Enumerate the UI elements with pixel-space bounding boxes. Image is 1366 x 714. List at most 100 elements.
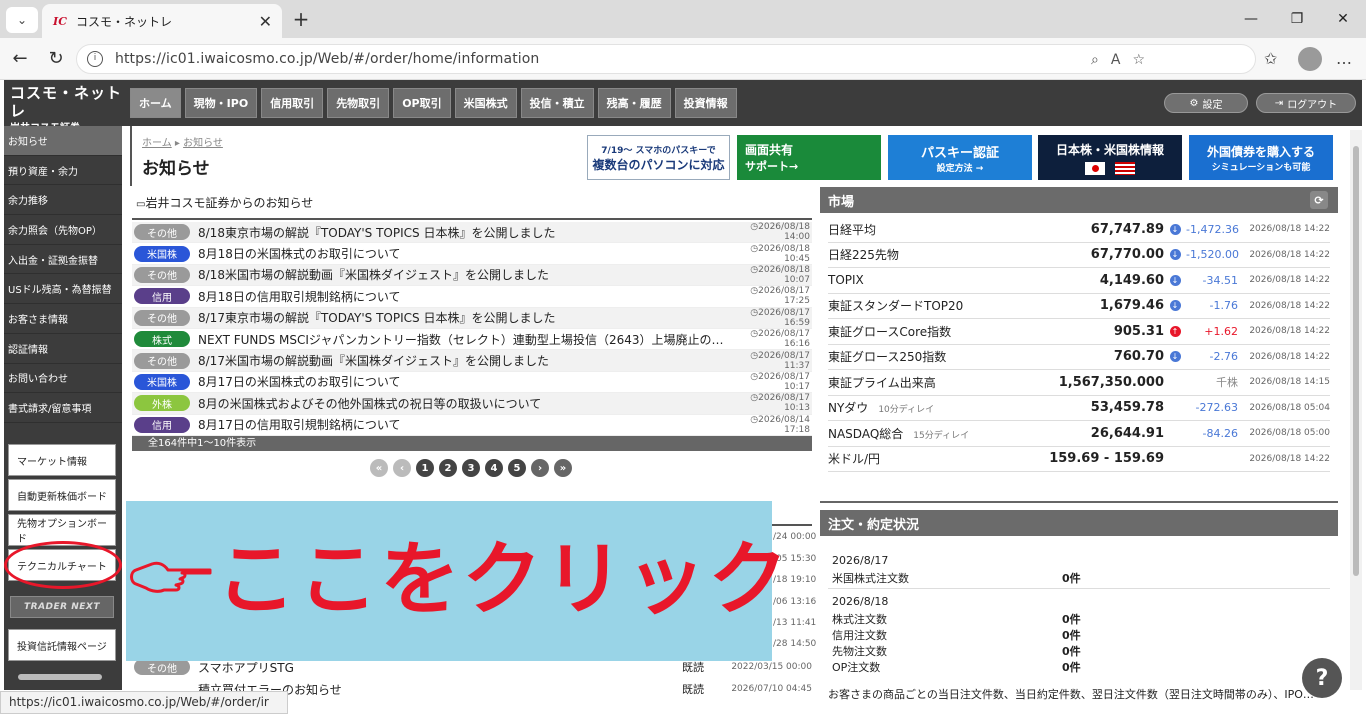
banner-passkey-multi-pc[interactable]: 7/19〜 スマホのパスキーで 複数台のパソコンに対応 bbox=[587, 135, 730, 180]
news-title[interactable]: 8月18日の信用取引規制銘柄について bbox=[198, 288, 728, 305]
back-icon[interactable]: ← bbox=[8, 47, 32, 71]
market-row[interactable]: NASDAQ総合 15分ディレイ 26,644.91 -84.26 2026/08/18… bbox=[828, 421, 1330, 447]
favorite-star-icon[interactable]: ☆ bbox=[1132, 52, 1145, 68]
page-button[interactable]: 3 bbox=[462, 459, 480, 477]
read-aloud-icon[interactable]: A bbox=[1111, 52, 1121, 68]
nav-options[interactable]: OP取引 bbox=[393, 88, 451, 118]
news-title[interactable]: スマホアプリSTG bbox=[198, 659, 682, 676]
news-title[interactable]: 8/17米国市場の解説動画『米国株ダイジェスト』を公開しました bbox=[198, 352, 728, 369]
nav-us-stocks[interactable]: 米国株式 bbox=[454, 88, 517, 118]
help-question-icon[interactable]: ? bbox=[1302, 658, 1342, 698]
new-tab-icon[interactable]: + bbox=[290, 8, 312, 30]
sidebar-item-contact[interactable]: お問い合わせ bbox=[4, 364, 122, 394]
maximize-icon[interactable]: ❐ bbox=[1274, 0, 1320, 38]
news-row[interactable]: その他 8/17東京市場の解説『TODAY'S TOPICS 日本株』を公開しまし… bbox=[132, 307, 812, 329]
minimize-icon[interactable]: — bbox=[1228, 0, 1274, 38]
order-count: 0件 bbox=[1062, 661, 1081, 674]
news-title[interactable]: 8/18東京市場の解説『TODAY'S TOPICS 日本株』を公開しました bbox=[198, 224, 728, 241]
page-button[interactable]: 5 bbox=[508, 459, 526, 477]
sidebar-item-usd-balance[interactable]: USドル残高・為替振替 bbox=[4, 274, 122, 305]
market-row[interactable]: NYダウ 10分ディレイ 53,459.78 -272.63 2026/08/18 05… bbox=[828, 396, 1330, 421]
news-title[interactable]: 8月の米国株式およびその他外国株式の祝日等の取扱いについて bbox=[198, 395, 728, 412]
site-logo[interactable]: コスモ・ネットレ 岩井コスモ証券 bbox=[10, 84, 126, 134]
zoom-icon[interactable]: ⌕ bbox=[1091, 52, 1099, 68]
close-window-icon[interactable]: ✕ bbox=[1320, 0, 1366, 38]
page-nav-button[interactable]: » bbox=[554, 459, 572, 477]
stock-board-button[interactable]: 自動更新株価ボード bbox=[8, 479, 116, 511]
banner-passkey-auth[interactable]: パスキー認証 設定方法 → bbox=[888, 135, 1032, 180]
nav-futures[interactable]: 先物取引 bbox=[327, 88, 390, 118]
news-row[interactable]: 信用 8月18日の信用取引規制銘柄について ◷2026/08/17 17:25 bbox=[132, 286, 812, 308]
sidebar-scrollbar[interactable] bbox=[4, 670, 122, 684]
logout-button[interactable]: ⇥ ログアウト bbox=[1256, 93, 1356, 113]
more-menu-icon[interactable]: … bbox=[1336, 49, 1352, 68]
logout-label: ログアウト bbox=[1287, 99, 1338, 111]
page-button[interactable]: 1 bbox=[416, 459, 434, 477]
news-title[interactable]: 8月17日の米国株式のお取引について bbox=[198, 373, 728, 390]
nav-balance-history[interactable]: 残高・履歴 bbox=[597, 88, 671, 118]
news-title[interactable]: 8/17東京市場の解説『TODAY'S TOPICS 日本株』を公開しました bbox=[198, 309, 728, 326]
market-row[interactable]: 東証プライム出来高 1,567,350.000 千株 2026/08/18 14:15 bbox=[828, 370, 1330, 396]
trader-next-button[interactable]: TRADER NEXT bbox=[10, 596, 114, 618]
breadcrumb-home[interactable]: ホーム bbox=[142, 138, 172, 149]
news-row[interactable]: 外株 8月の米国株式およびその他外国株式の祝日等の取扱いについて ◷2026/08/… bbox=[132, 393, 812, 415]
news-row[interactable]: 米国株 8月17日の米国株式のお取引について ◷2026/08/17 10:17 bbox=[132, 372, 812, 394]
news-title[interactable]: 8月17日の信用取引規制銘柄について bbox=[198, 416, 728, 433]
tab-actions-menu-icon[interactable]: ⌄ bbox=[6, 7, 38, 33]
reload-icon[interactable]: ↻ bbox=[44, 47, 68, 71]
site-info-icon[interactable]: i bbox=[87, 51, 103, 67]
news-row[interactable]: その他 8/17米国市場の解説動画『米国株ダイジェスト』を公開しました ◷2026/… bbox=[132, 350, 812, 372]
market-info-button[interactable]: マーケット情報 bbox=[8, 444, 116, 476]
page-nav-button[interactable]: ‹ bbox=[393, 459, 411, 477]
fund-info-button[interactable]: 投資信託情報ページ bbox=[8, 629, 116, 661]
market-row[interactable]: 米ドル/円 159.69 - 159.69 2026/08/18 14:22 bbox=[828, 447, 1330, 472]
page-scroll-thumb[interactable] bbox=[1353, 146, 1359, 576]
market-row[interactable]: 東証スタンダードTOP20 1,679.46 ↓ -1.76 2026/08/18 14… bbox=[828, 294, 1330, 319]
sidebar-item-notices[interactable]: お知らせ bbox=[4, 126, 122, 156]
close-tab-icon[interactable]: ✕ bbox=[259, 12, 272, 31]
news-title[interactable]: 8月18日の米国株式のお取引について bbox=[198, 245, 728, 262]
market-row[interactable]: 日経225先物 67,770.00 ↓ -1,520.00 2026/08/18 14:… bbox=[828, 243, 1330, 268]
profile-avatar[interactable] bbox=[1298, 47, 1322, 71]
nav-margin[interactable]: 信用取引 bbox=[261, 88, 324, 118]
order-count: 0件 bbox=[1062, 613, 1081, 626]
market-row[interactable]: 日経平均 67,747.89 ↓ -1,472.36 2026/08/18 14:22 bbox=[828, 217, 1330, 243]
nav-spot-ipo[interactable]: 現物・IPO bbox=[184, 88, 258, 118]
sidebar-item-capacity-futures[interactable]: 余力照会（先物OP） bbox=[4, 215, 122, 245]
favorites-icon[interactable]: ✩ bbox=[1264, 49, 1277, 68]
news-row[interactable]: 米国株 8月18日の米国株式のお取引について ◷2026/08/18 10:45 bbox=[132, 243, 812, 265]
sidebar-scroll-thumb[interactable] bbox=[18, 674, 102, 680]
refresh-icon[interactable]: ⟳ bbox=[1310, 191, 1328, 209]
market-row[interactable]: 東証グロースCore指数 905.31 ↑ +1.62 2026/08/18 14:22 bbox=[828, 319, 1330, 345]
banner-jp-us-stocks[interactable]: 日本株・米国株情報 bbox=[1038, 135, 1182, 180]
sidebar-item-documents[interactable]: 書式請求/留意事項 bbox=[4, 393, 122, 423]
news-row[interactable]: 株式 NEXT FUNDS MSCIジャパンカントリー指数（セレクト）連動型上場投… bbox=[132, 329, 812, 351]
page-nav-button[interactable]: › bbox=[531, 459, 549, 477]
sidebar-item-auth-info[interactable]: 認証情報 bbox=[4, 334, 122, 364]
news-title[interactable]: NEXT FUNDS MSCIジャパンカントリー指数（セレクト）連動型上場投信（… bbox=[198, 331, 728, 348]
banner-foreign-bonds[interactable]: 外国債券を購入する シミュレーションも可能 bbox=[1189, 135, 1333, 180]
banner-screen-share[interactable]: 画面共有 サポート→ bbox=[737, 135, 881, 180]
breadcrumb-current[interactable]: お知らせ bbox=[183, 138, 223, 149]
news-title[interactable]: 8/18米国市場の解説動画『米国株ダイジェスト』を公開しました bbox=[198, 266, 728, 283]
nav-funds[interactable]: 投信・積立 bbox=[520, 88, 594, 118]
page-scrollbar[interactable] bbox=[1350, 130, 1362, 690]
sidebar-item-customer-info[interactable]: お客さま情報 bbox=[4, 304, 122, 334]
sidebar-item-deposit-transfer[interactable]: 入出金・証拠金振替 bbox=[4, 245, 122, 275]
settings-button[interactable]: ⚙ 設定 bbox=[1164, 93, 1248, 113]
page-nav-button[interactable]: « bbox=[370, 459, 388, 477]
nav-investment-info[interactable]: 投資情報 bbox=[674, 88, 737, 118]
url-field[interactable]: i https://ic01.iwaicosmo.co.jp/Web/#/ord… bbox=[76, 44, 1256, 74]
news-row[interactable]: その他 8/18東京市場の解説『TODAY'S TOPICS 日本株』を公開しまし… bbox=[132, 222, 812, 244]
news-count: 全164件中1〜10件表示 bbox=[132, 436, 812, 451]
page-button[interactable]: 2 bbox=[439, 459, 457, 477]
nav-home[interactable]: ホーム bbox=[130, 88, 181, 118]
sidebar-item-capacity-trend[interactable]: 余力推移 bbox=[4, 185, 122, 216]
market-row[interactable]: 東証グロース250指数 760.70 ↓ -2.76 2026/08/18 14:22 bbox=[828, 345, 1330, 370]
market-row[interactable]: TOPIX 4,149.60 ↓ -34.51 2026/08/18 14:22 bbox=[828, 268, 1330, 294]
news-row[interactable]: 信用 8月17日の信用取引規制銘柄について ◷2026/08/14 17:18 bbox=[132, 415, 812, 436]
page-button[interactable]: 4 bbox=[485, 459, 503, 477]
news-row[interactable]: その他 8/18米国市場の解説動画『米国株ダイジェスト』を公開しました ◷2026/… bbox=[132, 264, 812, 287]
sidebar-item-assets[interactable]: 預り資産・余力 bbox=[4, 156, 122, 186]
browser-tab[interactable]: IC コスモ・ネットレ ✕ bbox=[42, 4, 282, 38]
